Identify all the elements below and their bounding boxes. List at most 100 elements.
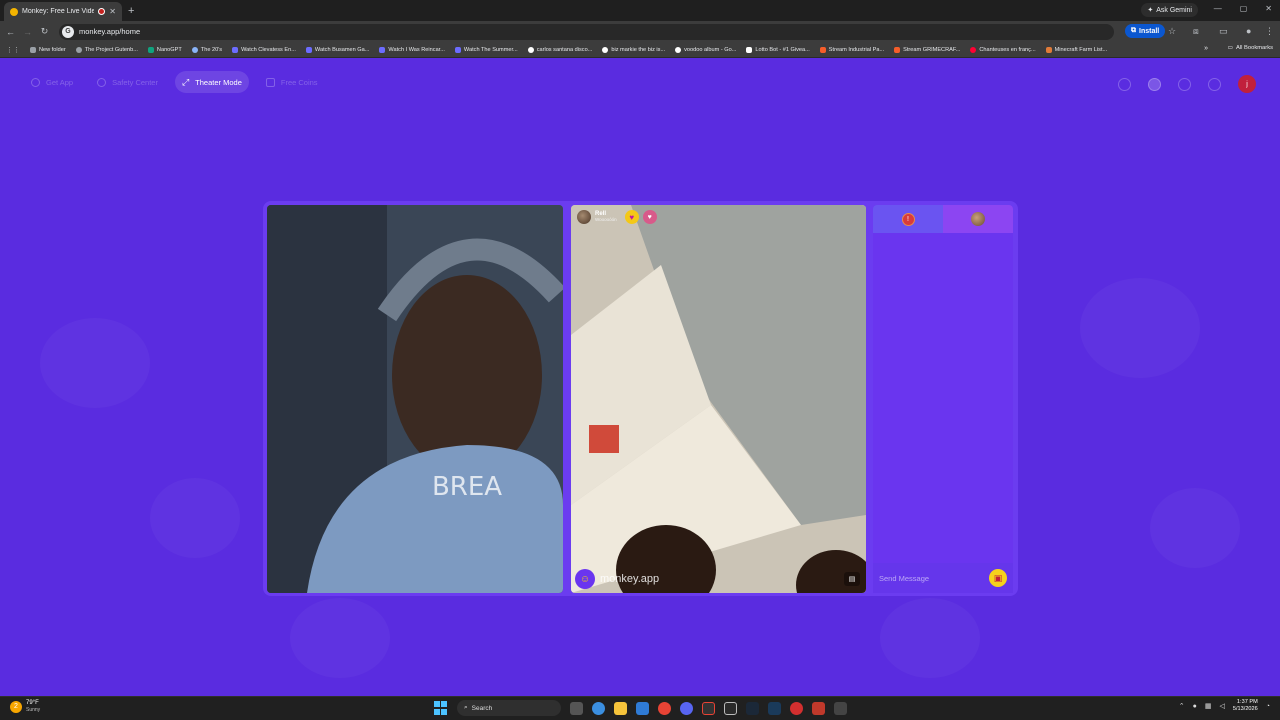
steam-icon[interactable] [746, 701, 759, 715]
gemini-sparkle-icon: ✦ [1147, 7, 1154, 14]
tab-close-icon[interactable]: ✕ [109, 7, 116, 16]
background-pattern [880, 598, 980, 678]
clock[interactable]: 1:37 PM 5/13/2026 [1233, 699, 1258, 713]
local-camera-image: BREA [267, 205, 563, 593]
background-pattern [150, 478, 240, 558]
bookmark-star-icon[interactable]: ☆ [1168, 26, 1176, 37]
task-view-icon[interactable] [570, 701, 583, 715]
bookmark-item[interactable]: Chanteuses en franç... [970, 46, 1036, 53]
top-navigation: Get App Safety Center ⤢ Theater Mode Free… [24, 71, 325, 93]
bookmark-item[interactable]: Watch I Was Reincar... [379, 46, 445, 53]
browser-tab[interactable]: Monkey: Free Live Video Ch ✕ [4, 2, 122, 21]
file-explorer-icon[interactable] [614, 701, 627, 715]
search-icon[interactable] [1118, 77, 1131, 91]
install-label: Install [1139, 27, 1160, 35]
apps-grid-icon[interactable]: ⋮⋮ [6, 46, 20, 54]
bookmark-item[interactable]: Watch Clevatess En... [232, 46, 296, 53]
more-bookmarks-icon[interactable]: » [1204, 45, 1208, 52]
chrome-icon[interactable] [658, 701, 671, 715]
bookmark-item[interactable]: Stream Industrial Pa... [819, 46, 885, 53]
weather-widget[interactable]: 2 79°F Sunny [10, 700, 40, 713]
google-icon [675, 46, 682, 53]
chevron-up-icon[interactable]: ⌃ [1179, 702, 1185, 710]
install-icon: ⧉ [1131, 27, 1136, 34]
taskbar-search[interactable]: ⌕ Search [457, 700, 561, 716]
chat-tab-partner[interactable] [943, 205, 1013, 233]
messages-icon[interactable] [1208, 77, 1221, 91]
install-app-button[interactable]: ⧉ Install [1125, 24, 1166, 38]
gift-icon[interactable]: ▣ [989, 569, 1007, 587]
reload-icon[interactable]: ↻ [38, 26, 51, 37]
copilot-icon[interactable] [592, 701, 605, 715]
window-close-icon[interactable]: ✕ [1265, 4, 1272, 13]
address-bar[interactable]: G monkey.app/home [59, 23, 1114, 40]
bookmark-item[interactable]: NanoGPT [147, 46, 182, 53]
video-chat-stage: BREA Rell Wooooóón ♥ ♥ ☺ monkey.app ▤ … [263, 201, 1018, 596]
bookmark-item[interactable]: Watch Busamen Ga... [305, 46, 369, 53]
side-panel-icon[interactable]: ▭ [1219, 26, 1228, 37]
maximize-icon[interactable]: ▢ [1240, 4, 1248, 13]
nav-get-app[interactable]: Get App [24, 71, 80, 93]
remote-user-chip[interactable]: Rell Wooooóón ♥ ♥ [577, 210, 657, 224]
remote-user-subtitle: Wooooóón [595, 217, 617, 222]
gift-icon [265, 77, 275, 87]
bookmark-label: The 20's [200, 46, 223, 53]
bookmark-item[interactable]: biz markie the biz is... [602, 46, 665, 53]
site-icon [232, 46, 239, 53]
volume-icon[interactable]: ◁ [1219, 702, 1224, 710]
chat-tab-alerts[interactable]: ! [873, 205, 943, 233]
store-icon[interactable] [636, 701, 649, 715]
bookmark-item[interactable]: The 20's [191, 46, 223, 53]
like-icon[interactable]: ♥ [642, 210, 657, 224]
windows-start-icon[interactable] [434, 701, 448, 715]
bookmark-item[interactable]: Lotto Bot - #1 Givea... [746, 46, 810, 53]
send-message-input[interactable]: Send Message ▣ [873, 563, 1013, 593]
profile-icon[interactable]: ● [1246, 26, 1251, 36]
ask-gemini-label: Ask Gemini [1156, 6, 1192, 14]
history-icon[interactable] [1178, 77, 1191, 91]
notification-bell-icon[interactable]: ◔ [1266, 703, 1270, 710]
network-icon[interactable]: ▦ [1205, 702, 1212, 710]
shield-icon [97, 77, 107, 87]
user-avatar[interactable]: j [1238, 75, 1256, 93]
all-bookmarks-button[interactable]: ▭ All Bookmarks [1227, 45, 1273, 51]
heart-icon[interactable]: ♥ [624, 210, 639, 224]
bookmark-label: Stream Industrial Pa... [828, 46, 885, 53]
music-app-icon[interactable] [702, 701, 715, 715]
bookmark-item[interactable]: The Project Gutenb... [75, 46, 138, 53]
app-icon[interactable] [768, 701, 781, 715]
coins-icon[interactable] [1148, 77, 1161, 91]
back-arrow-icon[interactable]: ← [4, 27, 17, 37]
nav-theater-mode[interactable]: ⤢ Theater Mode [174, 71, 249, 93]
minimize-icon[interactable]: — [1214, 4, 1222, 13]
bookmark-item[interactable]: Stream GRIMECRAF... [894, 46, 960, 53]
opera-icon[interactable] [790, 701, 803, 715]
bookmark-item[interactable]: Minecraft Farm List... [1045, 46, 1107, 53]
background-pattern [1080, 278, 1200, 378]
bookmark-label: voodoo album - Go... [684, 46, 737, 53]
minecraft-icon [1045, 46, 1052, 53]
svg-text:BREA: BREA [432, 472, 502, 502]
app-icon[interactable] [834, 701, 847, 715]
nav-free-coins[interactable]: Free Coins [259, 71, 325, 93]
url-text[interactable]: monkey.app/home [79, 27, 140, 36]
extensions-icon[interactable]: ⧈ [1193, 26, 1199, 37]
microphone-icon[interactable]: ● [1193, 703, 1197, 710]
app-icon[interactable] [812, 701, 825, 715]
bookmark-item[interactable]: carlos santana disco... [527, 46, 592, 53]
site-info-icon[interactable]: G [62, 25, 74, 38]
browser-menu-icon[interactable]: ⋮ [1265, 26, 1274, 37]
remote-camera-image [571, 205, 866, 593]
window-controls: — ▢ ✕ [1214, 4, 1272, 13]
discord-icon[interactable] [680, 701, 693, 715]
nav-safety-center[interactable]: Safety Center [90, 71, 165, 93]
new-tab-button[interactable]: + [128, 5, 134, 17]
bookmark-item[interactable]: New folder [30, 46, 66, 53]
forward-arrow-icon[interactable]: → [21, 27, 34, 37]
ask-gemini-button[interactable]: ✦ Ask Gemini [1141, 3, 1198, 17]
app-icon[interactable] [724, 701, 737, 715]
report-icon[interactable]: ▤ [844, 572, 860, 586]
bookmark-item[interactable]: Watch The Summer... [454, 46, 518, 53]
bookmark-item[interactable]: voodoo album - Go... [675, 46, 737, 53]
send-message-placeholder: Send Message [879, 573, 930, 583]
